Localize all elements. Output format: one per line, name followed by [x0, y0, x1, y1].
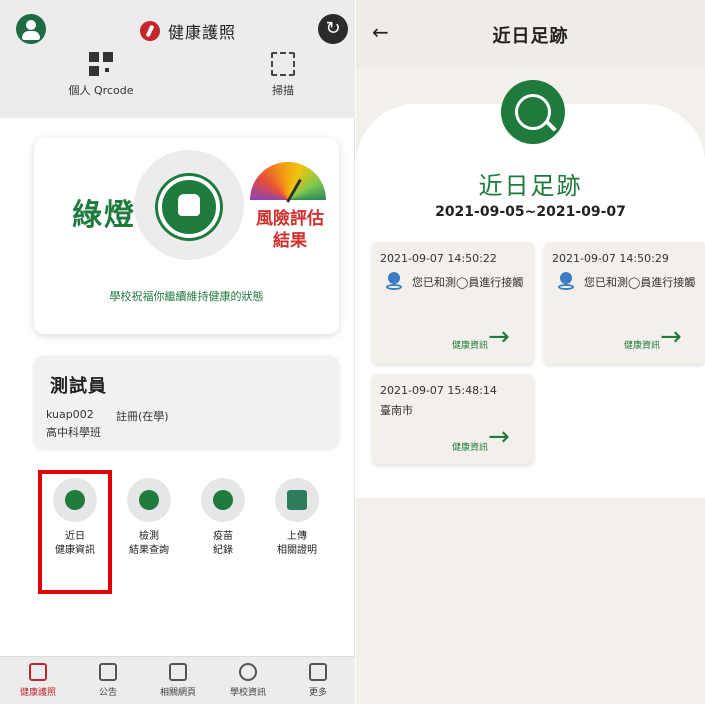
user-info-card: 測試員 kuap002 註冊(在學) 高中科學班: [34, 356, 339, 448]
profile-avatar-icon[interactable]: [16, 14, 46, 44]
func-label-line1: 檢測: [139, 531, 159, 542]
megaphone-icon: [99, 663, 117, 681]
arrow-right-icon[interactable]: →: [488, 422, 510, 452]
test-result-icon: [127, 478, 171, 522]
footprint-search-icon: [501, 80, 565, 144]
app-title: 健康護照: [168, 23, 237, 42]
func-label-line2: 結果查詢: [129, 545, 169, 556]
enrollment-status: 註冊(在學): [116, 410, 169, 423]
page-title: 近日足跡: [492, 26, 569, 47]
green-light-status: 綠燈: [72, 198, 136, 233]
school-blessing-message: 學校祝福你繼續維持健康的狀態: [109, 290, 264, 303]
arrow-right-icon[interactable]: →: [660, 322, 682, 352]
user-class: 高中科學班: [46, 426, 101, 439]
func-label-line2: 相關證明: [277, 545, 317, 556]
nav-item-health-passport[interactable]: 健康護照: [8, 663, 68, 698]
personal-qrcode-label: 個人 Qrcode: [68, 84, 134, 97]
avatar-body: [22, 31, 40, 40]
health-info-link[interactable]: 健康資訊: [452, 338, 488, 351]
nav-item-announcements[interactable]: 公告: [78, 663, 138, 698]
nav-item-more[interactable]: 更多: [288, 663, 348, 698]
nav-item-related-web[interactable]: 相關網頁: [148, 663, 208, 698]
passport-icon: [29, 663, 47, 681]
risk-gauge-icon: [250, 162, 326, 200]
upload-certificate-label: 上傳 相關證明: [262, 530, 332, 558]
upload-certificate-button[interactable]: 上傳 相關證明: [262, 478, 332, 558]
nav-label: 健康護照: [19, 688, 56, 698]
screenshot-root: 健康護照 ↻ 個人 Qrcode 掃描 綠燈 風險評估 結果 學校祝福你繼續維持…: [0, 0, 705, 704]
scan-button[interactable]: 掃描: [238, 52, 328, 98]
nav-label: 學校資訊: [229, 688, 266, 698]
bottom-navigation: 健康護照 公告 相關網頁 學校資訊 更多: [0, 656, 355, 704]
qrcode-icon: [89, 52, 113, 76]
webpage-icon: [169, 663, 187, 681]
nav-label: 相關網頁: [159, 688, 196, 698]
thumb-shape: [178, 194, 200, 216]
nav-label: 公告: [98, 688, 117, 698]
logout-icon[interactable]: ↻: [318, 14, 348, 44]
highlight-box: [38, 470, 112, 594]
app-brand: 健康護照: [140, 18, 236, 44]
footprint-top-bar: ← 近日足跡: [356, 0, 705, 68]
personal-qrcode-button[interactable]: 個人 Qrcode: [56, 52, 146, 98]
magnifier-handle: [545, 120, 557, 132]
health-info-link[interactable]: 健康資訊: [624, 338, 660, 351]
card-message: 您已和測◯員進行接觸: [412, 276, 524, 289]
vaccine-record-label: 疫苗 紀錄: [188, 530, 258, 558]
health-status-card: 綠燈 風險評估 結果 學校祝福你繼續維持健康的狀態: [34, 138, 339, 334]
risk-line-1: 風險評估: [256, 209, 324, 229]
card-message: 您已和測◯員進行接觸: [584, 276, 696, 289]
nav-label: 更多: [308, 688, 327, 698]
card-timestamp: 2021-09-07 15:48:14: [380, 384, 497, 397]
info-icon: [239, 663, 257, 681]
more-grid-icon: [309, 663, 327, 681]
test-result-query-button[interactable]: 檢測 結果查詢: [114, 478, 184, 558]
vaccine-icon: [201, 478, 245, 522]
func-label-line1: 疫苗: [213, 531, 233, 542]
brand-logo-icon: [140, 21, 160, 41]
func-label-line1: 上傳: [287, 531, 307, 542]
nav-item-school-info[interactable]: 學校資訊: [218, 663, 278, 698]
arrow-right-icon[interactable]: →: [488, 322, 510, 352]
risk-assessment-label[interactable]: 風險評估 結果: [248, 208, 332, 252]
health-info-link[interactable]: 健康資訊: [452, 440, 488, 453]
vaccine-record-button[interactable]: 疫苗 紀錄: [188, 478, 258, 558]
date-range: 2021-09-05~2021-09-07: [435, 204, 626, 220]
user-id: kuap002: [46, 408, 94, 421]
test-result-label: 檢測 結果查詢: [114, 530, 184, 558]
footprint-heading: 近日足跡: [478, 172, 583, 200]
user-name: 測試員: [50, 376, 107, 397]
card-location: 臺南市: [380, 404, 413, 417]
risk-line-2: 結果: [273, 231, 307, 251]
avatar-head: [26, 20, 36, 30]
scan-label: 掃描: [272, 84, 294, 97]
qr-toolbar: 個人 Qrcode 掃描: [0, 48, 355, 118]
scan-icon: [271, 52, 295, 76]
func-label-line2: 紀錄: [213, 545, 233, 556]
magnifier-ring: [515, 94, 551, 130]
footprint-card[interactable]: 2021-09-07 14:50:22 您已和測◯員進行接觸 健康資訊 →: [372, 242, 534, 364]
recent-footprint-screen: ← 近日足跡 近日足跡 2021-09-05~2021-09-07 2021-0…: [356, 0, 705, 704]
upload-certificate-icon: [275, 478, 319, 522]
footprint-card[interactable]: 2021-09-07 15:48:14 臺南市 健康資訊 →: [372, 374, 534, 464]
card-timestamp: 2021-09-07 14:50:22: [380, 252, 497, 265]
home-screen: 健康護照 ↻ 個人 Qrcode 掃描 綠燈 風險評估 結果 學校祝福你繼續維持…: [0, 0, 355, 704]
card-timestamp: 2021-09-07 14:50:29: [552, 252, 669, 265]
footprint-card[interactable]: 2021-09-07 14:50:29 您已和測◯員進行接觸 健康資訊 →: [544, 242, 705, 364]
thumbs-up-icon: [158, 176, 220, 238]
